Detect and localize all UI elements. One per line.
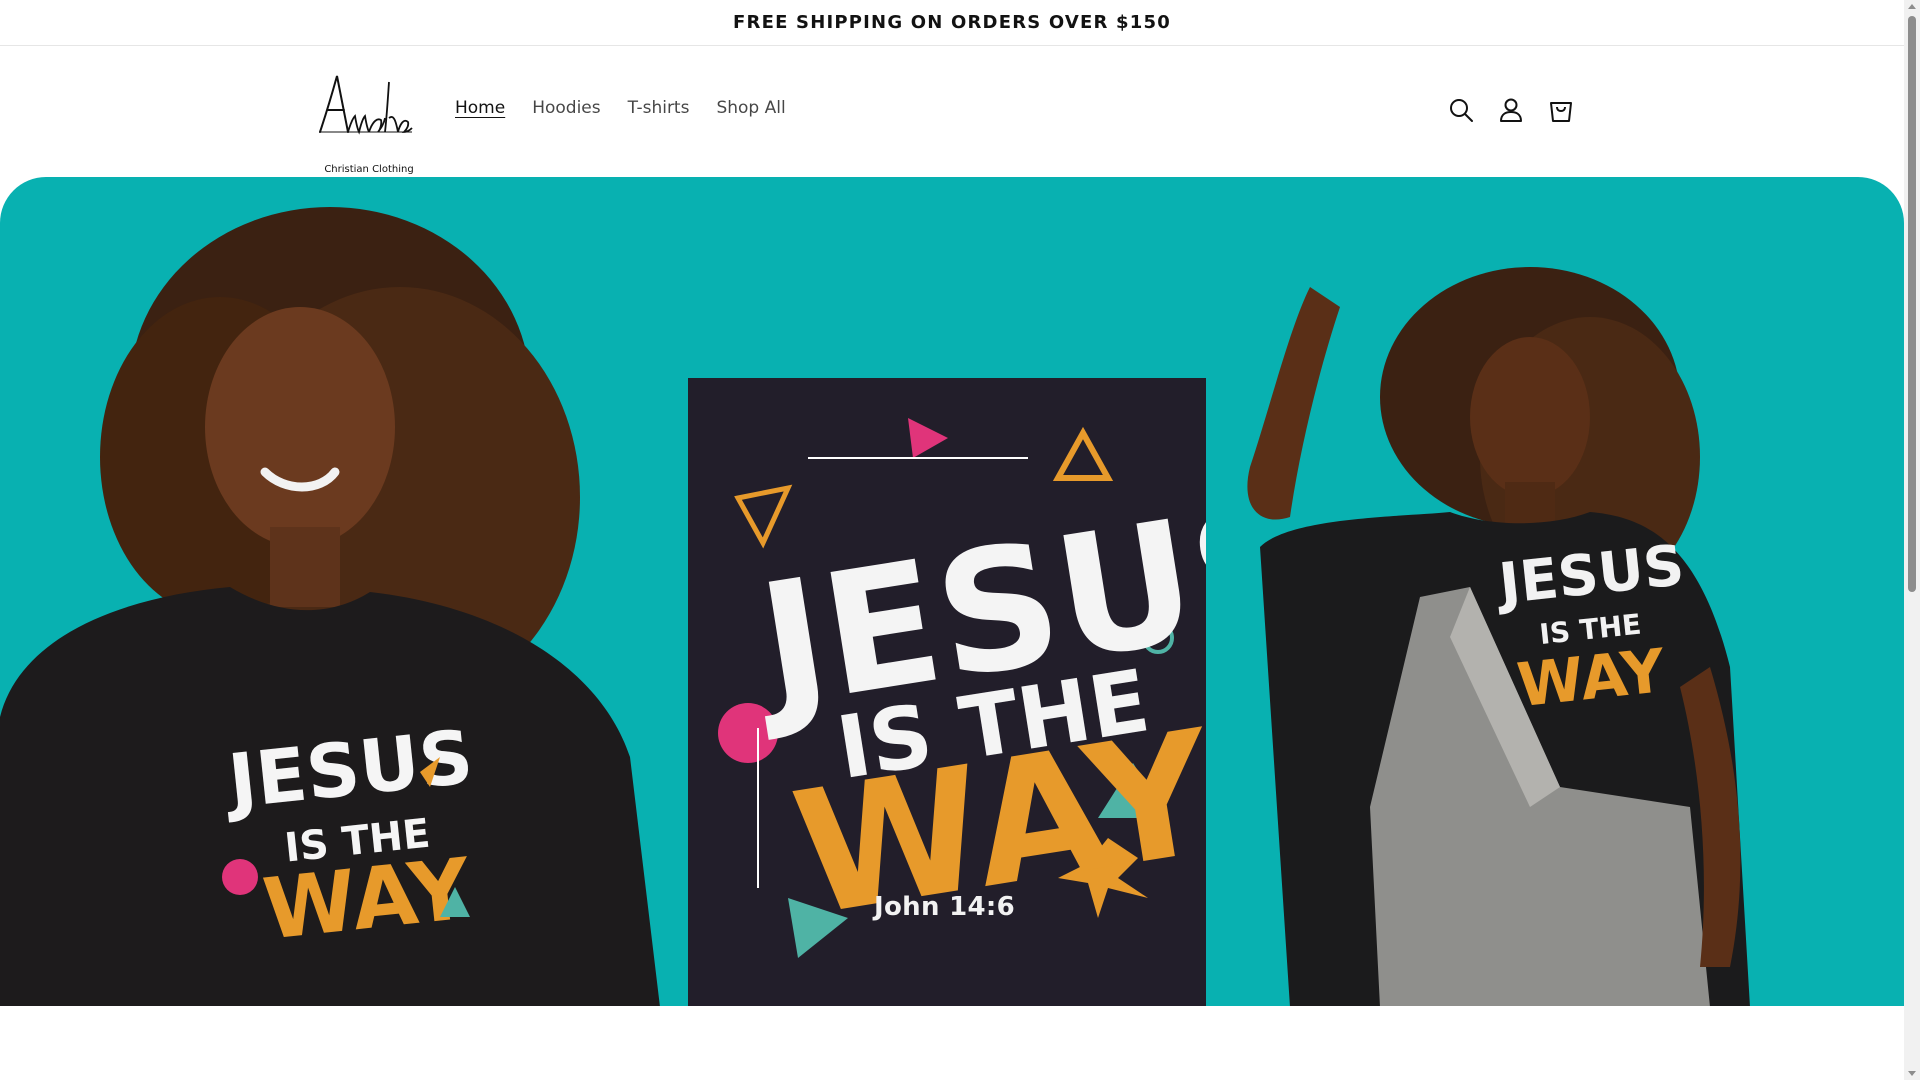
nav-item-home[interactable]: Home	[455, 98, 505, 118]
account-button[interactable]	[1497, 96, 1525, 124]
page-scrollbar[interactable]	[1904, 0, 1920, 1080]
nav-item-hoodies[interactable]: Hoodies	[532, 98, 600, 118]
nav-item-t-shirts[interactable]: T-shirts	[628, 98, 690, 118]
search-button[interactable]	[1447, 96, 1475, 124]
model-left-image: JESUS IS THE WAY	[0, 207, 660, 1006]
announcement-text: FREE SHIPPING ON ORDERS OVER $150	[733, 12, 1171, 33]
header-icons	[1447, 96, 1575, 124]
cart-icon	[1550, 102, 1572, 122]
scroll-down-icon[interactable]	[1908, 1071, 1916, 1076]
account-icon	[1500, 98, 1522, 122]
logo[interactable]: Christian Clothing	[318, 74, 414, 175]
scrollbar-thumb[interactable]	[1908, 16, 1916, 592]
search-icon	[1450, 99, 1473, 122]
logo-tagline: Christian Clothing	[324, 164, 414, 175]
model-right-image: JESUS IS THE WAY	[1247, 267, 1750, 1006]
design-poster: JESUS IS THE WAY John 14:6	[688, 378, 1206, 1006]
announcement-bar: FREE SHIPPING ON ORDERS OVER $150	[0, 0, 1904, 46]
main-nav: Home Hoodies T-shirts Shop All	[455, 98, 813, 118]
nav-item-shop-all[interactable]: Shop All	[716, 98, 785, 118]
logo-wordmark-icon	[319, 75, 413, 135]
hero-banner[interactable]: JESUS IS THE WAY JESUS IS THE WAY John 1…	[0, 177, 1904, 1006]
poster-scripture-ref: John 14:6	[874, 892, 1015, 922]
page: FREE SHIPPING ON ORDERS OVER $150 Christ…	[0, 0, 1920, 1080]
site-header: Christian Clothing Home Hoodies T-shirts…	[0, 46, 1904, 176]
scroll-up-icon[interactable]	[1908, 4, 1916, 9]
cart-button[interactable]	[1547, 96, 1575, 124]
